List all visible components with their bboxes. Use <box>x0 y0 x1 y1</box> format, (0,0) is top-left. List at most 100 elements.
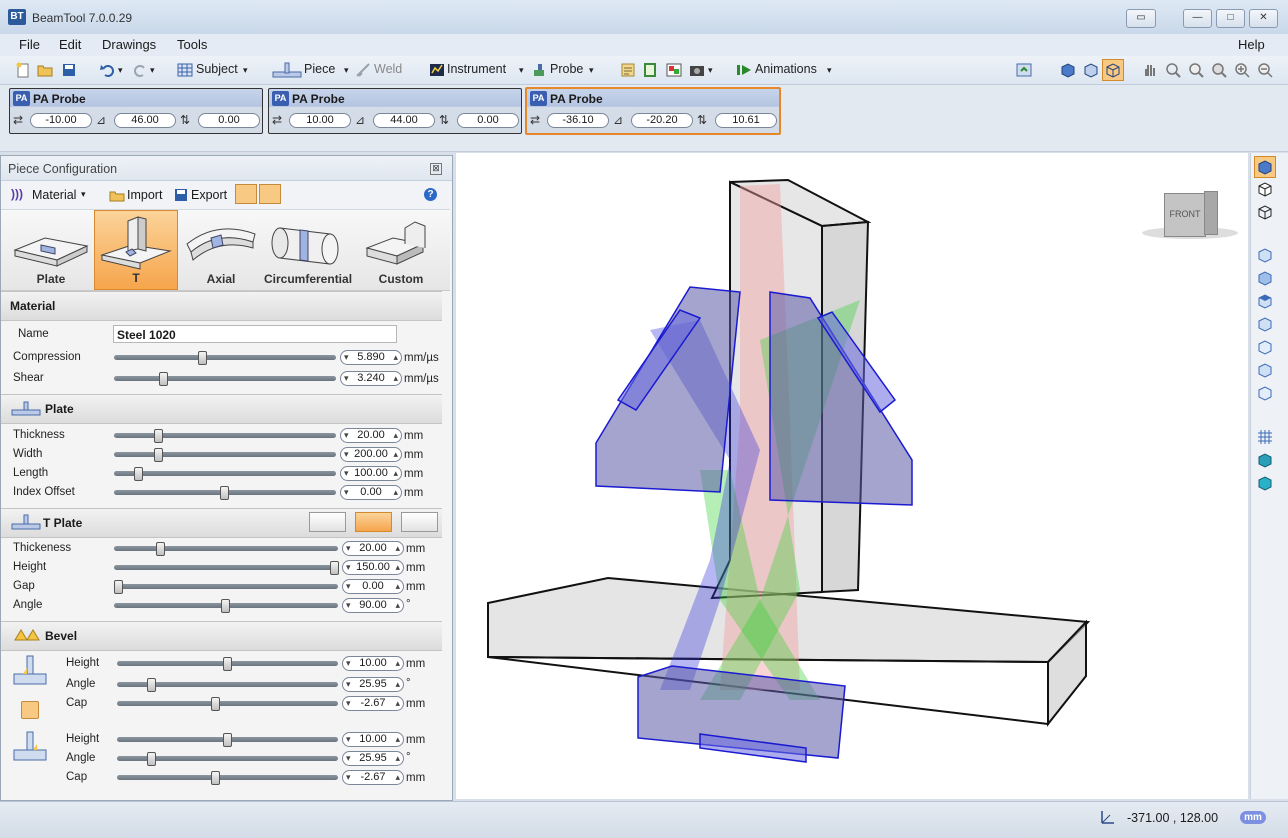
save-icon[interactable] <box>61 62 77 78</box>
zoom-region-icon[interactable] <box>1165 62 1181 78</box>
weld-icon[interactable] <box>355 62 371 78</box>
zoom-out-icon[interactable] <box>1257 62 1273 78</box>
probe-skew-value[interactable]: 0.00 <box>457 113 519 128</box>
probe-offset-value[interactable]: 10.00 <box>289 113 351 128</box>
slider-thumb[interactable] <box>134 467 143 481</box>
piece-type-axial[interactable]: Axial <box>179 210 263 290</box>
3d-viewport[interactable]: FRONT <box>456 153 1248 799</box>
subject-menu[interactable]: Subject <box>196 62 238 76</box>
close-button[interactable]: ✕ <box>1249 9 1278 28</box>
import-icon[interactable] <box>109 187 125 203</box>
image-export-icon[interactable] <box>666 62 682 78</box>
material-dropdown-icon[interactable]: ▾ <box>81 189 86 200</box>
panel-close-icon[interactable]: ⊠ <box>430 163 442 175</box>
piece-icon[interactable] <box>272 62 302 78</box>
view-left-icon[interactable] <box>1257 339 1273 355</box>
piece-type-custom[interactable]: Custom <box>359 210 443 290</box>
slider-thumb[interactable] <box>220 486 229 500</box>
piece-type-t[interactable]: T <box>94 210 178 290</box>
animations-dropdown-icon[interactable]: ▾ <box>827 65 832 76</box>
view-front-icon[interactable] <box>1257 247 1273 263</box>
maximize-button[interactable]: □ <box>1216 9 1245 28</box>
probe-skew-value[interactable]: 0.00 <box>198 113 260 128</box>
subject-dropdown-icon[interactable]: ▾ <box>243 65 248 76</box>
slider-thumb[interactable] <box>211 697 220 711</box>
view-iso-icon[interactable] <box>1257 385 1273 401</box>
piece-dropdown-icon[interactable]: ▾ <box>344 65 349 76</box>
t-align-left-button[interactable] <box>309 512 346 532</box>
cube-shaded-icon[interactable] <box>1257 159 1273 175</box>
spreadsheet-icon[interactable] <box>642 62 658 78</box>
bevel-cap-slider[interactable] <box>117 697 338 711</box>
unit-badge[interactable]: mm <box>1240 811 1266 824</box>
index-offset-slider[interactable] <box>114 486 336 500</box>
slider-thumb[interactable] <box>154 429 163 443</box>
probe-offset-value[interactable]: -10.00 <box>30 113 92 128</box>
menu-drawings[interactable]: Drawings <box>102 37 156 52</box>
t-height-slider[interactable] <box>114 561 339 575</box>
slider-thumb[interactable] <box>147 752 156 766</box>
report-icon[interactable] <box>620 62 636 78</box>
menu-help[interactable]: Help <box>1238 37 1265 52</box>
view-bottom-icon[interactable] <box>1257 316 1273 332</box>
plate-length-slider[interactable] <box>114 467 336 481</box>
compression-slider[interactable] <box>114 351 336 365</box>
t-thickness-spinner[interactable]: 20.00 <box>342 541 404 556</box>
material-name-field[interactable]: Steel 1020 <box>113 325 397 343</box>
export-icon[interactable] <box>173 187 189 203</box>
t-thickness-slider[interactable] <box>114 542 338 556</box>
shear-spinner[interactable]: 3.240 <box>340 371 402 386</box>
view-top-icon[interactable] <box>1257 293 1273 309</box>
instrument-icon[interactable] <box>429 62 445 78</box>
cube-outline-icon[interactable] <box>1257 181 1273 197</box>
mirror-toggle-button[interactable] <box>259 184 281 204</box>
plate-length-spinner[interactable]: 100.00 <box>340 466 402 481</box>
plate-thickness-slider[interactable] <box>114 429 336 443</box>
subject-icon[interactable] <box>177 62 193 78</box>
zoom-fit-icon[interactable] <box>1211 62 1227 78</box>
animations-menu[interactable]: Animations <box>755 62 817 76</box>
help-icon[interactable]: ? <box>424 188 437 201</box>
weld-menu[interactable]: Weld <box>374 62 402 76</box>
t-height-spinner[interactable]: 150.00 <box>342 560 404 575</box>
t-align-center-button[interactable] <box>355 512 392 532</box>
compression-spinner[interactable]: 5.890 <box>340 350 402 365</box>
probe-card-3-selected[interactable]: PA PA Probe ⇄ -36.10 ⊿ -20.20 ⇅ 10.61 <box>525 87 781 135</box>
view-cube[interactable]: FRONT <box>1140 187 1240 243</box>
instrument-menu[interactable]: Instrument <box>447 62 506 76</box>
view-back-icon[interactable] <box>1257 270 1273 286</box>
slider-thumb[interactable] <box>223 657 232 671</box>
probe-offset-value[interactable]: -36.10 <box>547 113 609 128</box>
plate-thickness-spinner[interactable]: 20.00 <box>340 428 402 443</box>
probe-angle-value[interactable]: 46.00 <box>114 113 176 128</box>
piece-type-plate[interactable]: Plate <box>9 210 93 290</box>
teal-cube-2-icon[interactable] <box>1257 475 1273 491</box>
material-dropdown[interactable]: Material <box>32 188 76 202</box>
t-align-right-button[interactable] <box>401 512 438 532</box>
redo-dropdown-icon[interactable]: ▾ <box>150 65 155 76</box>
bevel-link-button[interactable] <box>21 701 39 719</box>
view-right-icon[interactable] <box>1257 362 1273 378</box>
slider-thumb[interactable] <box>147 678 156 692</box>
grid-icon[interactable] <box>1257 429 1273 445</box>
gap-slider[interactable] <box>114 580 338 594</box>
bevel2-cap-spinner[interactable]: -2.67 <box>342 770 404 785</box>
probe-card-1[interactable]: PA PA Probe ⇄ -10.00 ⊿ 46.00 ⇅ 0.00 <box>9 88 263 134</box>
index-offset-spinner[interactable]: 0.00 <box>340 485 402 500</box>
menu-file[interactable]: File <box>19 37 40 52</box>
piece-type-circumferential[interactable]: Circumferential <box>264 210 352 290</box>
probe-card-2[interactable]: PA PA Probe ⇄ 10.00 ⊿ 44.00 ⇅ 0.00 <box>268 88 522 134</box>
camera-icon[interactable] <box>689 62 705 78</box>
cube-transparent-icon[interactable] <box>1083 62 1099 78</box>
view-cube-side-face[interactable] <box>1204 191 1218 235</box>
restore-layout-button[interactable]: ▭ <box>1126 9 1156 28</box>
pan-hand-icon[interactable] <box>1142 62 1158 78</box>
export-button[interactable]: Export <box>191 188 227 202</box>
teal-cube-1-icon[interactable] <box>1257 452 1273 468</box>
slider-thumb[interactable] <box>154 448 163 462</box>
bevel-angle-slider[interactable] <box>117 678 338 692</box>
open-folder-icon[interactable] <box>37 62 53 78</box>
cube-solid-icon[interactable] <box>1060 62 1076 78</box>
probe-angle-value[interactable]: 44.00 <box>373 113 435 128</box>
menu-edit[interactable]: Edit <box>59 37 81 52</box>
